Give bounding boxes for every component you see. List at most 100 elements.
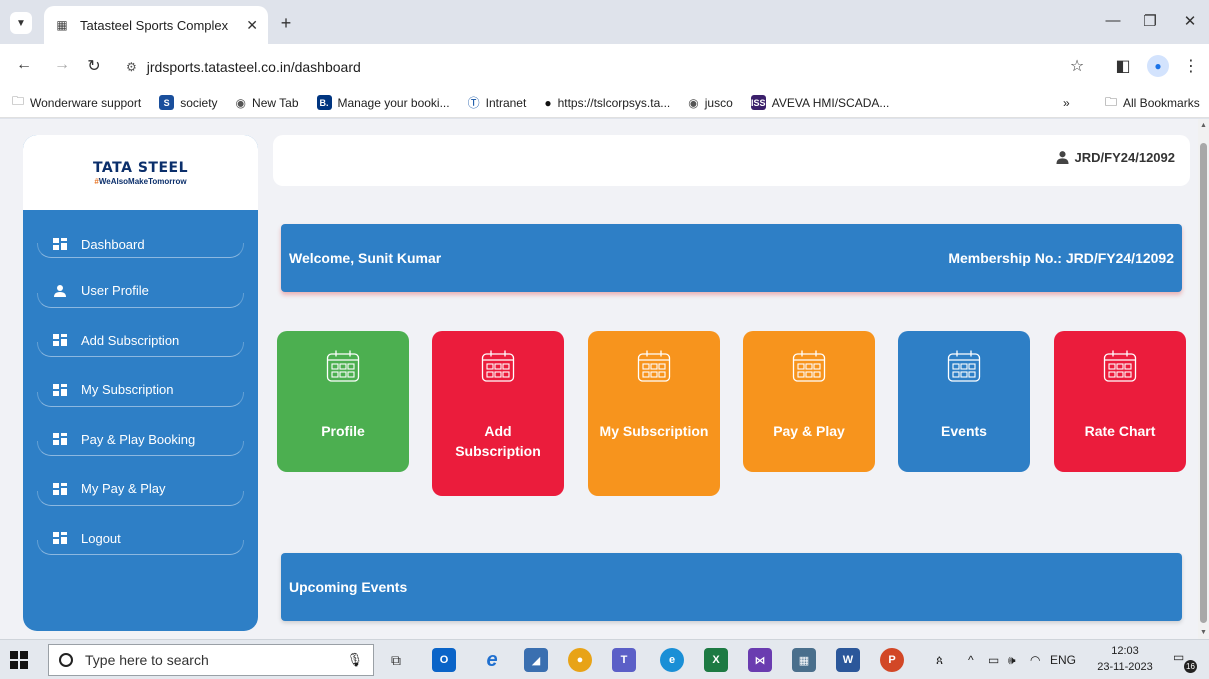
- more-menu-icon[interactable]: ⋮: [1181, 56, 1201, 76]
- globe-icon: ◉: [688, 95, 699, 110]
- grid-icon: [53, 334, 67, 347]
- tab-title: Tatasteel Sports Complex: [80, 17, 229, 33]
- header-user-menu[interactable]: JRD/FY24/12092: [1056, 150, 1175, 165]
- browser-toolbar: ← → ↻ ⚙ jrdsports.tatasteel.co.in/dashbo…: [0, 44, 1209, 88]
- task-view-icon[interactable]: ⧉: [384, 648, 408, 672]
- microphone-icon[interactable]: 🎙: [346, 652, 363, 668]
- internet-explorer-icon[interactable]: e: [480, 648, 504, 672]
- card-events[interactable]: Events: [898, 331, 1030, 472]
- sidebar-item-add-subscription[interactable]: Add Subscription: [23, 316, 258, 366]
- top-header: JRD/FY24/12092: [273, 135, 1190, 186]
- sidebar-item-my-subscription[interactable]: My Subscription: [23, 365, 258, 415]
- sidebar-item-my-pay-play[interactable]: My Pay & Play: [23, 464, 258, 514]
- taskbar-clock[interactable]: 12:03 23-11-2023: [1094, 643, 1156, 675]
- github-icon: ●: [544, 95, 552, 110]
- grid-icon: [53, 433, 67, 446]
- sidebar-item-user-profile[interactable]: User Profile: [23, 266, 258, 316]
- bookmarks-overflow-button[interactable]: »: [1063, 88, 1070, 118]
- bookmarks-bar: 🗀 Wonderware support Ssociety ◉ New Tab B.…: [0, 88, 1209, 118]
- notification-badge: 16: [1184, 660, 1197, 673]
- powerpoint-icon[interactable]: P: [880, 648, 904, 672]
- browser-tab-active[interactable]: ▦ Tatasteel Sports Complex ✕: [44, 6, 268, 44]
- chevron-down-icon: ▼: [16, 17, 26, 29]
- back-icon[interactable]: ←: [14, 56, 34, 74]
- restore-icon[interactable]: ❐: [1140, 12, 1160, 30]
- profile-avatar-icon[interactable]: ●: [1147, 55, 1169, 77]
- language-indicator[interactable]: ENG: [1050, 640, 1076, 679]
- bookmark-item[interactable]: B. Manage your booki...: [316, 95, 450, 110]
- visual-studio-icon[interactable]: ⋈: [748, 648, 772, 672]
- card-my-subscription[interactable]: My Subscription: [588, 331, 720, 496]
- wifi-icon[interactable]: ◠: [1030, 640, 1040, 679]
- chrome-icon[interactable]: ●: [568, 648, 592, 672]
- word-icon[interactable]: W: [836, 648, 860, 672]
- iss-logo-icon: ISS: [750, 95, 766, 110]
- bookmark-item[interactable]: Ⓣ Intranet: [468, 94, 527, 111]
- side-panel-icon[interactable]: ◧: [1113, 56, 1133, 76]
- card-rate-chart[interactable]: Rate Chart: [1054, 331, 1186, 472]
- calculator-icon[interactable]: ▦: [792, 648, 816, 672]
- close-icon[interactable]: ✕: [246, 17, 258, 34]
- welcome-banner: Welcome, Sunit Kumar Membership No.: JRD…: [281, 224, 1182, 292]
- scroll-up-icon[interactable]: ▲: [1200, 122, 1207, 129]
- people-icon[interactable]: ጰ: [936, 640, 943, 679]
- header-membership-id: JRD/FY24/12092: [1074, 150, 1175, 165]
- minimize-icon[interactable]: —: [1103, 12, 1123, 29]
- forward-icon[interactable]: →: [52, 56, 72, 74]
- bookmark-item[interactable]: 🗀 Wonderware support: [12, 92, 141, 113]
- outlook-icon[interactable]: O: [432, 648, 456, 672]
- page-scrollbar[interactable]: ▲ ▼: [1198, 119, 1209, 639]
- windows-start-icon[interactable]: [10, 651, 28, 669]
- booking-logo-icon: B.: [316, 95, 332, 110]
- card-profile[interactable]: Profile: [277, 331, 409, 472]
- app-shortcut-icon[interactable]: ◢: [524, 648, 548, 672]
- bookmark-item[interactable]: Ssociety: [159, 95, 218, 110]
- bookmark-star-icon[interactable]: ☆: [1067, 56, 1087, 76]
- url-text: jrdsports.tatasteel.co.in/dashboard: [146, 59, 361, 75]
- scroll-down-icon[interactable]: ▼: [1200, 629, 1207, 636]
- volume-icon[interactable]: 🕪: [1008, 640, 1016, 679]
- close-window-icon[interactable]: ✕: [1180, 12, 1200, 30]
- all-bookmarks-button[interactable]: 🗀 All Bookmarks: [1105, 88, 1200, 118]
- sidebar-item-label: Pay & Play Booking: [81, 431, 196, 447]
- card-label: Profile: [321, 423, 365, 439]
- card-add-subscription[interactable]: Add Subscription: [432, 331, 564, 496]
- notification-center-icon[interactable]: ▭ 16: [1173, 650, 1197, 673]
- bookmark-item[interactable]: ◉ New Tab: [236, 96, 299, 110]
- taskbar-search-input[interactable]: Type here to search 🎙: [48, 644, 374, 676]
- scroll-thumb[interactable]: [1200, 143, 1207, 623]
- battery-icon[interactable]: ▭: [988, 640, 999, 679]
- logo-tagline: #WeAlsoMakeTomorrow: [94, 176, 187, 186]
- sidebar-menu: Dashboard User Profile Add Subscription …: [23, 210, 258, 563]
- upcoming-events-title: Upcoming Events: [289, 579, 408, 595]
- user-icon: [1056, 151, 1069, 164]
- tata-steel-logo[interactable]: TATA STEEL #WeAlsoMakeTomorrow: [23, 135, 258, 210]
- bookmark-item[interactable]: ◉ jusco: [688, 96, 733, 110]
- edge-icon[interactable]: e: [660, 648, 684, 672]
- card-label: My Subscription: [599, 423, 709, 439]
- sidebar-item-label: User Profile: [81, 283, 149, 299]
- tab-search-button[interactable]: ▼: [10, 12, 32, 34]
- reload-icon[interactable]: ↻: [84, 56, 104, 76]
- bookmark-item[interactable]: ● https://tslcorpsys.ta...: [544, 96, 670, 110]
- excel-icon[interactable]: X: [704, 648, 728, 672]
- sidebar-item-label: Dashboard: [81, 236, 145, 252]
- card-label: Events: [941, 423, 987, 439]
- sidebar-item-dashboard[interactable]: Dashboard: [23, 222, 258, 266]
- grid-icon: [53, 532, 67, 545]
- site-info-icon[interactable]: ⚙: [126, 60, 137, 74]
- calendar-icon: [1103, 350, 1137, 382]
- tray-overflow-icon[interactable]: ^: [968, 640, 974, 679]
- clock-date: 23-11-2023: [1097, 661, 1153, 673]
- clock-time: 12:03: [1111, 645, 1139, 657]
- welcome-text: Welcome, Sunit Kumar: [289, 250, 442, 266]
- calendar-icon: [326, 350, 360, 382]
- grid-icon: [53, 482, 67, 495]
- sidebar-item-logout[interactable]: Logout: [23, 514, 258, 564]
- teams-icon[interactable]: T: [612, 648, 636, 672]
- card-pay-play[interactable]: Pay & Play: [743, 331, 875, 472]
- new-tab-button[interactable]: +: [276, 14, 296, 34]
- sidebar-item-pay-play-booking[interactable]: Pay & Play Booking: [23, 415, 258, 465]
- address-bar[interactable]: ⚙ jrdsports.tatasteel.co.in/dashboard: [116, 51, 1116, 83]
- bookmark-item[interactable]: ISS AVEVA HMI/SCADA...: [750, 95, 889, 110]
